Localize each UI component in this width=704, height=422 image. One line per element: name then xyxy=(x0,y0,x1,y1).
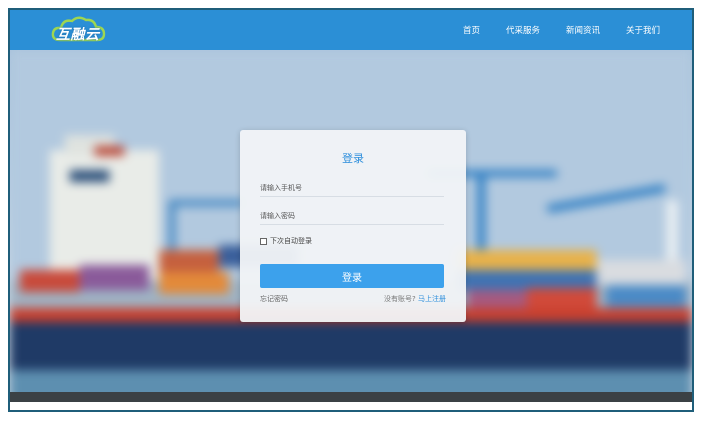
checkbox-icon[interactable] xyxy=(260,237,267,245)
nav-home[interactable]: 首页 xyxy=(463,24,480,36)
register-prompt: 没有账号? 马上注册 xyxy=(384,294,446,304)
browser-frame: 互融云 首页 代采服务 新闻资讯 关于我们 登录 请输入手机号 下次自动登录 登… xyxy=(8,8,694,412)
footer-bar xyxy=(10,392,692,402)
nav-procurement-service[interactable]: 代采服务 xyxy=(506,24,540,36)
login-card: 登录 下次自动登录 登录 忘记密码 没有账号? 马上注册 xyxy=(240,130,466,322)
register-link[interactable]: 注册 xyxy=(432,295,446,303)
password-input[interactable] xyxy=(260,208,444,225)
no-account-text: 没有账号? xyxy=(384,295,418,303)
phone-input[interactable] xyxy=(260,180,444,197)
brand-logo[interactable]: 互融云 xyxy=(50,14,120,46)
remember-me[interactable]: 下次自动登录 xyxy=(260,236,312,246)
login-title: 登录 xyxy=(342,152,364,165)
login-button[interactable]: 登录 xyxy=(260,264,444,288)
register-prefix: 马上 xyxy=(418,295,432,303)
remember-me-label: 下次自动登录 xyxy=(270,237,312,245)
top-navigation-bar: 互融云 首页 代采服务 新闻资讯 关于我们 xyxy=(10,10,692,50)
forgot-password-link[interactable]: 忘记密码 xyxy=(260,294,288,304)
main-nav: 首页 代采服务 新闻资讯 关于我们 xyxy=(463,10,660,50)
nav-about-us[interactable]: 关于我们 xyxy=(626,24,660,36)
brand-name: 互融云 xyxy=(56,27,100,43)
nav-news[interactable]: 新闻资讯 xyxy=(566,24,600,36)
